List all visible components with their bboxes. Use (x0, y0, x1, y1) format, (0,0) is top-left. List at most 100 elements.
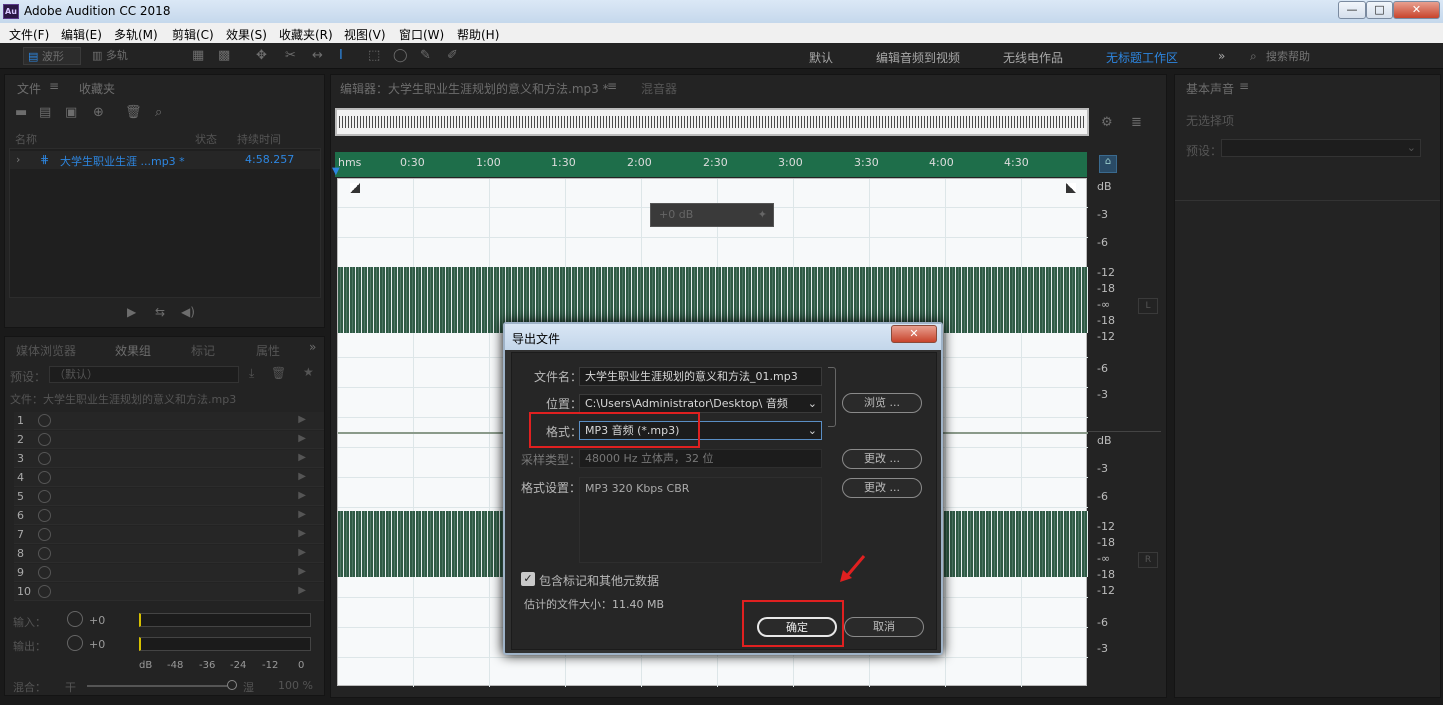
pin-icon[interactable]: ✦ (758, 204, 767, 226)
panel-overflow-icon[interactable]: » (309, 340, 316, 354)
workspace-default[interactable]: 默认 (809, 49, 833, 66)
channel-l-toggle[interactable]: L (1138, 298, 1158, 314)
workspace-edit-audio-video[interactable]: 编辑音频到视频 (876, 49, 960, 66)
editor-tab[interactable]: 编辑器：大学生职业生涯规划的意义和方法.mp3 * (340, 80, 609, 97)
power-icon[interactable] (38, 566, 51, 579)
tab-favorites[interactable]: 收藏夹 (79, 80, 115, 97)
minimize-button[interactable]: — (1338, 1, 1366, 19)
new-file-icon[interactable]: ▣ (65, 105, 77, 120)
spot-healing-icon[interactable]: ✐ (447, 47, 458, 65)
slot-arrow-icon[interactable]: ▶ (298, 566, 306, 577)
tab-markers[interactable]: 标记 (191, 342, 215, 359)
effect-slot[interactable]: 5 ▶ (14, 488, 324, 506)
effect-slot[interactable]: 10 ▶ (14, 583, 324, 601)
mix-slider-handle[interactable] (227, 680, 237, 690)
playhead-icon[interactable]: ▼ (332, 166, 340, 177)
headphone-icon[interactable]: ⌂ (1099, 155, 1117, 173)
power-icon[interactable] (38, 452, 51, 465)
spectral-display-icon[interactable]: ▦ (192, 47, 204, 65)
effect-slot[interactable]: 8 ▶ (14, 545, 324, 563)
mixer-tab[interactable]: 混音器 (641, 80, 677, 97)
workspace-untitled[interactable]: 无标题工作区 (1106, 49, 1178, 66)
power-icon[interactable] (38, 471, 51, 484)
change-settings-button[interactable]: 更改 ... (842, 478, 922, 498)
change-sample-button[interactable]: 更改 ... (842, 449, 922, 469)
fade-out-handle-icon[interactable] (1066, 183, 1076, 193)
effect-slot[interactable]: 2 ▶ (14, 431, 324, 449)
hud-volume[interactable]: +0 dB ✦ (650, 203, 774, 227)
fade-in-handle-icon[interactable] (350, 183, 360, 193)
search-help-input[interactable] (1266, 48, 1436, 64)
panel-menu-icon[interactable]: ≡ (49, 79, 59, 93)
tab-effects-rack[interactable]: 效果组 (115, 342, 151, 359)
menu-effects[interactable]: 效果(S) (226, 26, 267, 43)
preset-dropdown[interactable]: （默认） (49, 366, 239, 383)
slot-arrow-icon[interactable]: ▶ (298, 471, 306, 482)
column-name[interactable]: 名称 (15, 131, 37, 147)
menu-favorites[interactable]: 收藏夹(R) (279, 26, 333, 43)
favorite-star-icon[interactable]: ★ (303, 365, 314, 379)
overview-options-icon[interactable]: ≣ (1131, 115, 1142, 130)
effect-slot[interactable]: 1 ▶ (14, 412, 324, 430)
tab-media-browser[interactable]: 媒体浏览器 (16, 342, 76, 359)
lasso-tool-icon[interactable]: ◯ (393, 47, 408, 65)
cancel-button[interactable]: 取消 (844, 617, 924, 637)
play-icon[interactable]: ▶ (127, 305, 136, 319)
output-gain-knob[interactable] (67, 635, 83, 651)
volume-icon[interactable]: ◀) (181, 305, 195, 319)
time-selection-tool-icon[interactable]: Ⅰ (339, 47, 343, 65)
power-icon[interactable] (38, 547, 51, 560)
slot-arrow-icon[interactable]: ▶ (298, 585, 306, 596)
column-duration[interactable]: 持续时间 (237, 131, 281, 147)
slot-arrow-icon[interactable]: ▶ (298, 452, 306, 463)
power-icon[interactable] (38, 585, 51, 598)
delete-icon[interactable]: 🗑 (125, 105, 142, 120)
editor-menu-icon[interactable]: ≡ (607, 79, 617, 93)
menu-view[interactable]: 视图(V) (344, 26, 386, 43)
location-dropdown[interactable]: C:\Users\Administrator\Desktop\ 音频 ⌄ (579, 394, 822, 413)
include-metadata-checkbox[interactable]: ✓ (521, 572, 535, 586)
slot-arrow-icon[interactable]: ▶ (298, 509, 306, 520)
effect-slot[interactable]: 4 ▶ (14, 469, 324, 487)
loop-icon[interactable]: ⇆ (155, 305, 165, 319)
waveform-view-button[interactable]: ▤ 波形 (23, 47, 81, 65)
slot-arrow-icon[interactable]: ▶ (298, 414, 306, 425)
power-icon[interactable] (38, 433, 51, 446)
browse-button[interactable]: 浏览 ... (842, 393, 922, 413)
zoom-overview-icon[interactable]: ⚙ (1101, 115, 1113, 130)
effect-slot[interactable]: 3 ▶ (14, 450, 324, 468)
menu-window[interactable]: 窗口(W) (399, 26, 444, 43)
slip-tool-icon[interactable]: ↔ (312, 47, 323, 65)
brush-tool-icon[interactable]: ✎ (420, 47, 431, 65)
maximize-button[interactable]: □ (1366, 1, 1393, 19)
multitrack-view-button[interactable]: ▥ 多轨 (88, 47, 146, 65)
marquee-tool-icon[interactable]: ⬚ (368, 47, 380, 65)
pitch-display-icon[interactable]: ▩ (218, 47, 230, 65)
effect-slot[interactable]: 7 ▶ (14, 526, 324, 544)
power-icon[interactable] (38, 490, 51, 503)
insert-icon[interactable]: ⊕ (93, 105, 104, 120)
overview-bar[interactable] (335, 108, 1089, 136)
close-button[interactable]: ✕ (1393, 1, 1440, 19)
menu-file[interactable]: 文件(F) (9, 26, 49, 43)
menu-multitrack[interactable]: 多轨(M) (114, 26, 158, 43)
essential-menu-icon[interactable]: ≡ (1239, 79, 1249, 93)
effect-slot[interactable]: 6 ▶ (14, 507, 324, 525)
mix-slider[interactable] (87, 685, 227, 687)
slot-arrow-icon[interactable]: ▶ (298, 528, 306, 539)
column-status[interactable]: 状态 (195, 131, 217, 147)
expand-icon[interactable]: › (16, 153, 20, 166)
input-gain-knob[interactable] (67, 611, 83, 627)
timeline-ruler[interactable]: hms 0:30 1:00 1:30 2:00 2:30 3:00 3:30 4… (335, 152, 1087, 177)
slot-arrow-icon[interactable]: ▶ (298, 547, 306, 558)
power-icon[interactable] (38, 528, 51, 541)
tab-files[interactable]: 文件 (17, 80, 41, 97)
tab-properties[interactable]: 属性 (256, 342, 280, 359)
dialog-close-button[interactable]: ✕ (891, 325, 937, 343)
menu-clip[interactable]: 剪辑(C) (172, 26, 214, 43)
filename-input[interactable]: 大学生职业生涯规划的意义和方法_01.mp3 (579, 367, 822, 386)
file-row[interactable]: › ⋕ 大学生职业生涯 ...mp3 * 4:58.257 (10, 151, 320, 169)
essential-preset-dropdown[interactable]: ⌄ (1221, 139, 1421, 157)
move-tool-icon[interactable]: ✥ (256, 47, 267, 65)
save-preset-icon[interactable]: ⤓ (249, 366, 254, 381)
